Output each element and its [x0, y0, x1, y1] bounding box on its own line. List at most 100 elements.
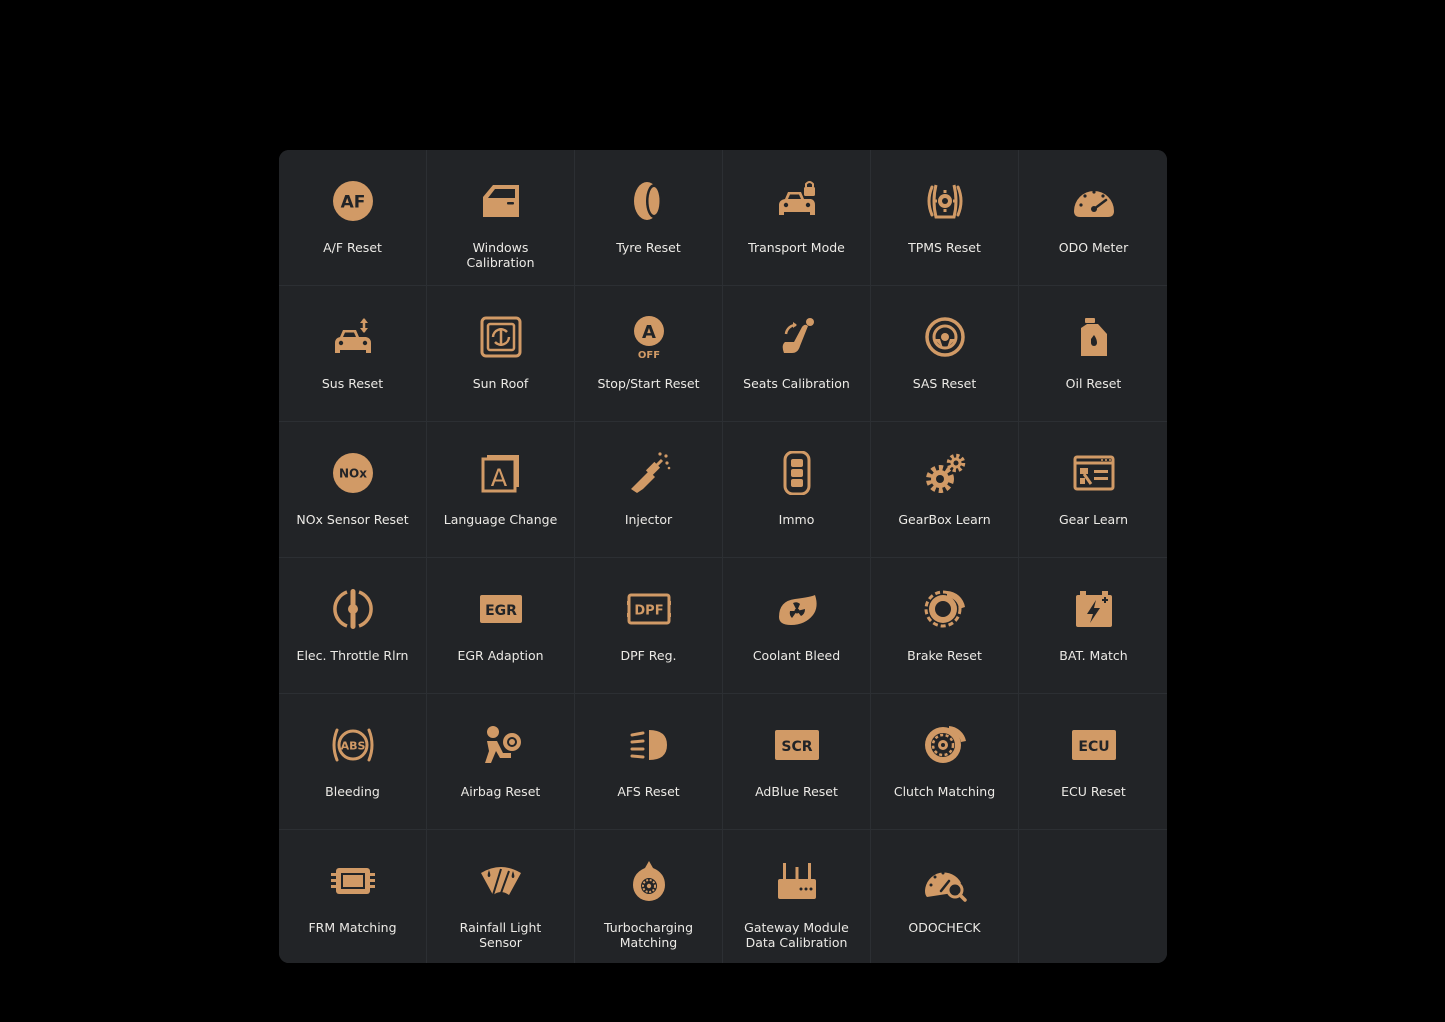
sun-roof-label: Sun Roof — [472, 376, 529, 391]
frm-matching-tile[interactable]: FRM Matching — [279, 830, 426, 963]
sunroof-icon — [479, 315, 523, 359]
scr-icon: SCR — [774, 723, 819, 767]
oil-reset-tile[interactable]: Oil Reset — [1019, 286, 1167, 421]
egr-badge: EGR — [485, 603, 517, 619]
gateway-icon — [775, 859, 819, 903]
oil-can-icon — [1072, 315, 1116, 359]
airbag-icon — [479, 723, 523, 767]
odometer-icon — [1072, 179, 1116, 223]
language-icon: A — [479, 451, 523, 495]
dpf-reg-label: DPF Reg. — [620, 648, 677, 663]
turbocharging-matching-tile[interactable]: Turbocharging Matching — [575, 830, 722, 963]
seats-calibration-tile[interactable]: Seats Calibration — [723, 286, 870, 421]
frm-matching-label: FRM Matching — [308, 920, 397, 935]
afs-reset-label: AFS Reset — [617, 784, 680, 799]
gearbox-learn-tile[interactable]: GearBox Learn — [871, 422, 1018, 557]
odocheck-label: ODOCHECK — [908, 920, 981, 935]
injector-tile[interactable]: Injector — [575, 422, 722, 557]
clutch-matching-tile[interactable]: Clutch Matching — [871, 694, 1018, 829]
ecu-icon: ECU — [1071, 723, 1116, 767]
egr-adaption-tile[interactable]: EGR EGR Adaption — [427, 558, 574, 693]
gateway-calibration-tile[interactable]: Gateway Module Data Calibration — [723, 830, 870, 963]
gear-learn-label: Gear Learn — [1058, 512, 1129, 527]
transport-mode-tile[interactable]: Transport Mode — [723, 150, 870, 285]
language-change-tile[interactable]: A Language Change — [427, 422, 574, 557]
gear-learn-icon — [1072, 451, 1116, 495]
car-lock-icon — [775, 179, 819, 223]
scr-badge: SCR — [781, 739, 812, 755]
stop-start-icon: A OFF — [627, 315, 671, 359]
nox-sensor-reset-tile[interactable]: NOx NOx Sensor Reset — [279, 422, 426, 557]
bleeding-tile[interactable]: ABS Bleeding — [279, 694, 426, 829]
tpms-icon — [923, 179, 967, 223]
coolant-fan-icon — [775, 587, 819, 631]
coolant-bleed-label: Coolant Bleed — [752, 648, 841, 663]
ecu-reset-tile[interactable]: ECU ECU Reset — [1019, 694, 1167, 829]
airbag-reset-tile[interactable]: Airbag Reset — [427, 694, 574, 829]
egr-icon: EGR — [479, 587, 523, 631]
dpf-reg-tile[interactable]: DPF DPF Reg. — [575, 558, 722, 693]
sus-reset-tile[interactable]: Sus Reset — [279, 286, 426, 421]
rainfall-sensor-label: Rainfall Light Sensor — [459, 920, 542, 950]
odo-meter-label: ODO Meter — [1058, 240, 1129, 255]
tpms-reset-label: TPMS Reset — [908, 240, 981, 255]
odo-meter-tile[interactable]: ODO Meter — [1019, 150, 1167, 285]
abs-badge: ABS — [340, 740, 365, 753]
turbocharging-matching-label: Turbocharging Matching — [603, 920, 694, 950]
empty-tile — [1019, 830, 1167, 963]
coolant-bleed-tile[interactable]: Coolant Bleed — [723, 558, 870, 693]
battery-icon — [1072, 587, 1116, 631]
gateway-calibration-label: Gateway Module Data Calibration — [744, 920, 849, 950]
throttle-icon — [331, 587, 375, 631]
transport-mode-label: Transport Mode — [748, 240, 845, 255]
stop-start-reset-label: Stop/Start Reset — [597, 376, 700, 391]
tpms-reset-tile[interactable]: TPMS Reset — [871, 150, 1018, 285]
throttle-relearn-tile[interactable]: Elec. Throttle Rlrn — [279, 558, 426, 693]
language-badge: A — [490, 464, 507, 492]
nox-icon: NOx — [331, 451, 375, 495]
af-reset-label: A/F Reset — [323, 240, 382, 255]
headlight-icon — [627, 723, 671, 767]
seats-calibration-label: Seats Calibration — [743, 376, 850, 391]
nox-badge: NOx — [339, 467, 367, 481]
key-fob-icon — [775, 451, 819, 495]
af-reset-tile[interactable]: AF A/F Reset — [279, 150, 426, 285]
bat-match-tile[interactable]: BAT. Match — [1019, 558, 1167, 693]
immo-tile[interactable]: Immo — [723, 422, 870, 557]
immo-label: Immo — [778, 512, 815, 527]
stop-start-sub-badge: OFF — [637, 350, 659, 359]
adblue-reset-tile[interactable]: SCR AdBlue Reset — [723, 694, 870, 829]
clutch-icon — [923, 723, 967, 767]
stop-start-reset-tile[interactable]: A OFF Stop/Start Reset — [575, 286, 722, 421]
function-grid: AF A/F Reset Windows Calibration Tyre Re… — [279, 150, 1167, 963]
brake-reset-tile[interactable]: Brake Reset — [871, 558, 1018, 693]
injector-label: Injector — [624, 512, 673, 527]
odo-check-icon — [923, 859, 967, 903]
tyre-reset-label: Tyre Reset — [616, 240, 681, 255]
language-change-label: Language Change — [443, 512, 558, 527]
odocheck-tile[interactable]: ODOCHECK — [871, 830, 1018, 963]
suspension-icon — [331, 315, 375, 359]
af-icon: AF — [331, 179, 375, 223]
rain-sensor-icon — [479, 859, 523, 903]
bat-match-label: BAT. Match — [1059, 648, 1128, 663]
stop-start-badge: A — [642, 322, 656, 343]
dpf-icon: DPF — [626, 587, 671, 631]
brake-disc-icon — [923, 587, 967, 631]
throttle-relearn-label: Elec. Throttle Rlrn — [296, 648, 409, 663]
windows-calibration-tile[interactable]: Windows Calibration — [427, 150, 574, 285]
function-panel: AF A/F Reset Windows Calibration Tyre Re… — [279, 150, 1167, 963]
sas-reset-label: SAS Reset — [912, 376, 977, 391]
abs-icon: ABS — [331, 723, 375, 767]
tyre-reset-tile[interactable]: Tyre Reset — [575, 150, 722, 285]
gear-learn-tile[interactable]: Gear Learn — [1019, 422, 1167, 557]
windows-calibration-label: Windows Calibration — [466, 240, 535, 270]
sas-reset-tile[interactable]: SAS Reset — [871, 286, 1018, 421]
afs-reset-tile[interactable]: AFS Reset — [575, 694, 722, 829]
clutch-matching-label: Clutch Matching — [893, 784, 996, 799]
rainfall-sensor-tile[interactable]: Rainfall Light Sensor — [427, 830, 574, 963]
bleeding-label: Bleeding — [325, 784, 380, 799]
sus-reset-label: Sus Reset — [321, 376, 384, 391]
oil-reset-label: Oil Reset — [1065, 376, 1122, 391]
sun-roof-tile[interactable]: Sun Roof — [427, 286, 574, 421]
